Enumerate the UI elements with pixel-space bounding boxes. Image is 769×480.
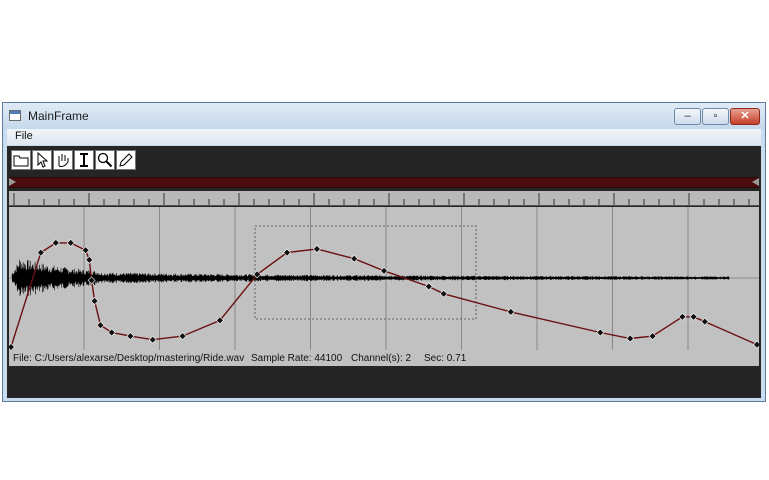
window-title: MainFrame <box>28 109 89 123</box>
envelope-point[interactable] <box>312 245 321 253</box>
envelope-point[interactable] <box>753 340 761 349</box>
envelope-point[interactable] <box>596 328 605 337</box>
main-window: MainFrame – ▫ ✕ File File: C:/Users/alex… <box>2 102 766 402</box>
client-area: File: C:/Users/alexarse/Desktop/masterin… <box>7 146 761 398</box>
envelope-point[interactable] <box>689 312 698 321</box>
scroll-right-arrow[interactable] <box>752 178 759 186</box>
pencil-tool-button[interactable] <box>116 150 136 170</box>
pencil-icon <box>119 153 133 167</box>
envelope-point[interactable] <box>506 307 515 316</box>
open-folder-icon <box>13 155 29 167</box>
envelope-point[interactable] <box>66 238 75 247</box>
envelope-point[interactable] <box>626 334 635 343</box>
envelope-point[interactable] <box>36 248 45 257</box>
scroll-left-arrow[interactable] <box>9 178 16 186</box>
envelope-point[interactable] <box>51 238 60 247</box>
selection-rectangle <box>254 225 477 320</box>
hand-pan-icon <box>58 154 69 167</box>
waveform-panel[interactable] <box>7 207 761 351</box>
text-cursor-icon <box>80 153 88 167</box>
close-button[interactable]: ✕ <box>730 108 760 125</box>
envelope-curve <box>10 242 758 348</box>
envelope-point[interactable] <box>700 317 709 326</box>
status-file: File: C:/Users/alexarse/Desktop/masterin… <box>13 353 245 364</box>
envelope-point[interactable] <box>648 332 657 341</box>
envelope-point[interactable] <box>678 312 687 321</box>
envelope-point[interactable] <box>107 328 116 337</box>
zoom-magnifier-icon <box>97 152 113 168</box>
horizontal-scrollbar[interactable] <box>9 177 759 188</box>
envelope-point[interactable] <box>96 321 105 330</box>
envelope-point[interactable] <box>126 332 135 341</box>
menu-bar: File <box>7 129 761 145</box>
envelope-point[interactable] <box>178 332 187 341</box>
status-channels: Channel(s): 2 <box>351 353 412 364</box>
open-folder-button[interactable] <box>11 150 31 170</box>
text-cursor-tool-button[interactable] <box>74 150 94 170</box>
hand-tool-button[interactable] <box>53 150 73 170</box>
maximize-button[interactable]: ▫ <box>702 108 729 125</box>
zoom-tool-button[interactable] <box>95 150 115 170</box>
envelope-points <box>7 238 761 351</box>
menu-file[interactable]: File <box>15 130 33 142</box>
status-sample-rate: Sample Rate: 44100 <box>251 353 343 364</box>
envelope-point[interactable] <box>85 255 94 264</box>
app-icon <box>9 110 21 121</box>
envelope-point[interactable] <box>350 254 359 263</box>
select-arrow-icon <box>37 152 49 168</box>
envelope-point[interactable] <box>90 297 99 305</box>
time-ruler[interactable] <box>9 191 759 206</box>
envelope-point[interactable] <box>81 246 90 255</box>
toolbar <box>11 150 141 172</box>
envelope-point[interactable] <box>439 289 448 298</box>
envelope-point[interactable] <box>148 335 157 344</box>
envelope-point[interactable] <box>380 266 388 275</box>
ruler-ticks <box>13 193 750 205</box>
waveform-canvas[interactable] <box>7 207 761 351</box>
status-seconds: Sec: 0.71 <box>424 353 467 364</box>
status-bar: File: C:/Users/alexarse/Desktop/masterin… <box>9 350 759 366</box>
envelope-point[interactable] <box>424 282 433 291</box>
minimize-button[interactable]: – <box>674 108 701 125</box>
select-tool-button[interactable] <box>32 150 52 170</box>
title-bar[interactable]: MainFrame – ▫ ✕ <box>3 103 765 129</box>
